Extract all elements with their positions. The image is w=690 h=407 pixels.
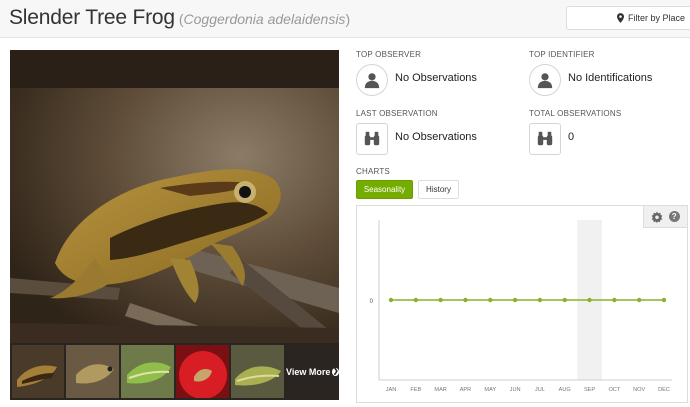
gear-icon[interactable] (650, 210, 663, 223)
data-point (488, 297, 493, 303)
x-tick-label: MAR (434, 387, 446, 393)
top-identifier-value: No Identifications (568, 72, 653, 84)
filter-by-place-button[interactable]: Filter by Place (566, 6, 690, 30)
x-tick-label: DEC (658, 387, 670, 393)
total-observations-value: 0 (568, 131, 575, 143)
page-title: Slender Tree Frog (Coggerdonia adelaidens… (9, 6, 350, 30)
thumbnail-3[interactable] (121, 345, 174, 398)
chart-canvas: 0 JAN FEB MAR APR MAY JUN JUL AUG SEP OCT NOV DEC (370, 220, 672, 393)
x-tick-label: FEB (410, 387, 421, 393)
binoculars-icon (529, 123, 561, 155)
data-point (562, 297, 567, 303)
data-point (612, 297, 617, 303)
tab-history[interactable]: History (418, 180, 459, 199)
x-tick-label: SEP (584, 387, 595, 393)
x-tick-label: AUG (559, 387, 571, 393)
top-identifier-label: TOP IDENTIFIER (529, 50, 595, 59)
common-name: Slender Tree Frog (9, 6, 175, 29)
view-more-link[interactable]: View More ❯ (286, 345, 339, 398)
person-icon (356, 64, 388, 96)
person-icon (529, 64, 561, 96)
thumbnail-5[interactable] (231, 345, 284, 398)
y-tick-label: 0 (370, 299, 374, 305)
x-tick-label: APR (460, 387, 472, 393)
data-point (463, 297, 468, 303)
taxon-header: Slender Tree Frog (Coggerdonia adelaidens… (0, 0, 690, 38)
map-pin-icon (616, 13, 624, 23)
data-point (388, 297, 394, 303)
data-point (537, 297, 543, 303)
scientific-name: Coggerdonia adelaidensis (183, 11, 346, 27)
x-tick-label: JUN (510, 387, 521, 393)
arrow-right-icon: ❯ (332, 367, 339, 376)
paren-close: ) (345, 11, 351, 27)
scientific-name-wrap: (Coggerdonia adelaidensis) (179, 11, 350, 27)
top-observer-value: No Observations (395, 72, 477, 84)
last-observation-label: LAST OBSERVATION (356, 109, 438, 118)
x-tick-label: NOV (633, 387, 645, 393)
top-observer-label: TOP OBSERVER (356, 50, 422, 59)
data-point (413, 297, 419, 303)
help-icon[interactable]: ? (668, 210, 681, 223)
data-point (512, 297, 518, 303)
data-point (636, 297, 642, 303)
data-point (438, 297, 443, 303)
thumbnail-2[interactable] (66, 345, 119, 398)
filter-by-place-label: Filter by Place (627, 13, 685, 23)
thumbnail-strip: View More ❯ (10, 343, 339, 400)
view-more-label: View More (286, 366, 331, 377)
x-tick-label: JAN (386, 387, 397, 393)
thumbnail-4[interactable] (176, 345, 229, 398)
charts-label: CHARTS (356, 167, 390, 176)
x-tick-label: MAY (484, 387, 496, 393)
x-tick-label: OCT (608, 387, 620, 393)
last-observation-value: No Observations (395, 131, 477, 143)
chart-toolbar: ? (643, 206, 687, 228)
main-photo[interactable] (10, 88, 339, 358)
thumbnail-1[interactable] (12, 345, 64, 398)
seasonality-chart: 0 JAN FEB MAR APR MAY JUN JUL AUG SEP OCT NOV DEC ? (356, 205, 688, 403)
total-observations-label: TOTAL OBSERVATIONS (529, 109, 622, 118)
data-point (587, 297, 592, 303)
x-tick-label: JUL (535, 387, 545, 393)
data-point (661, 297, 667, 303)
binoculars-icon (356, 123, 388, 155)
tab-seasonality[interactable]: Seasonality (356, 180, 413, 199)
photo-gallery: View More ❯ (10, 50, 339, 400)
